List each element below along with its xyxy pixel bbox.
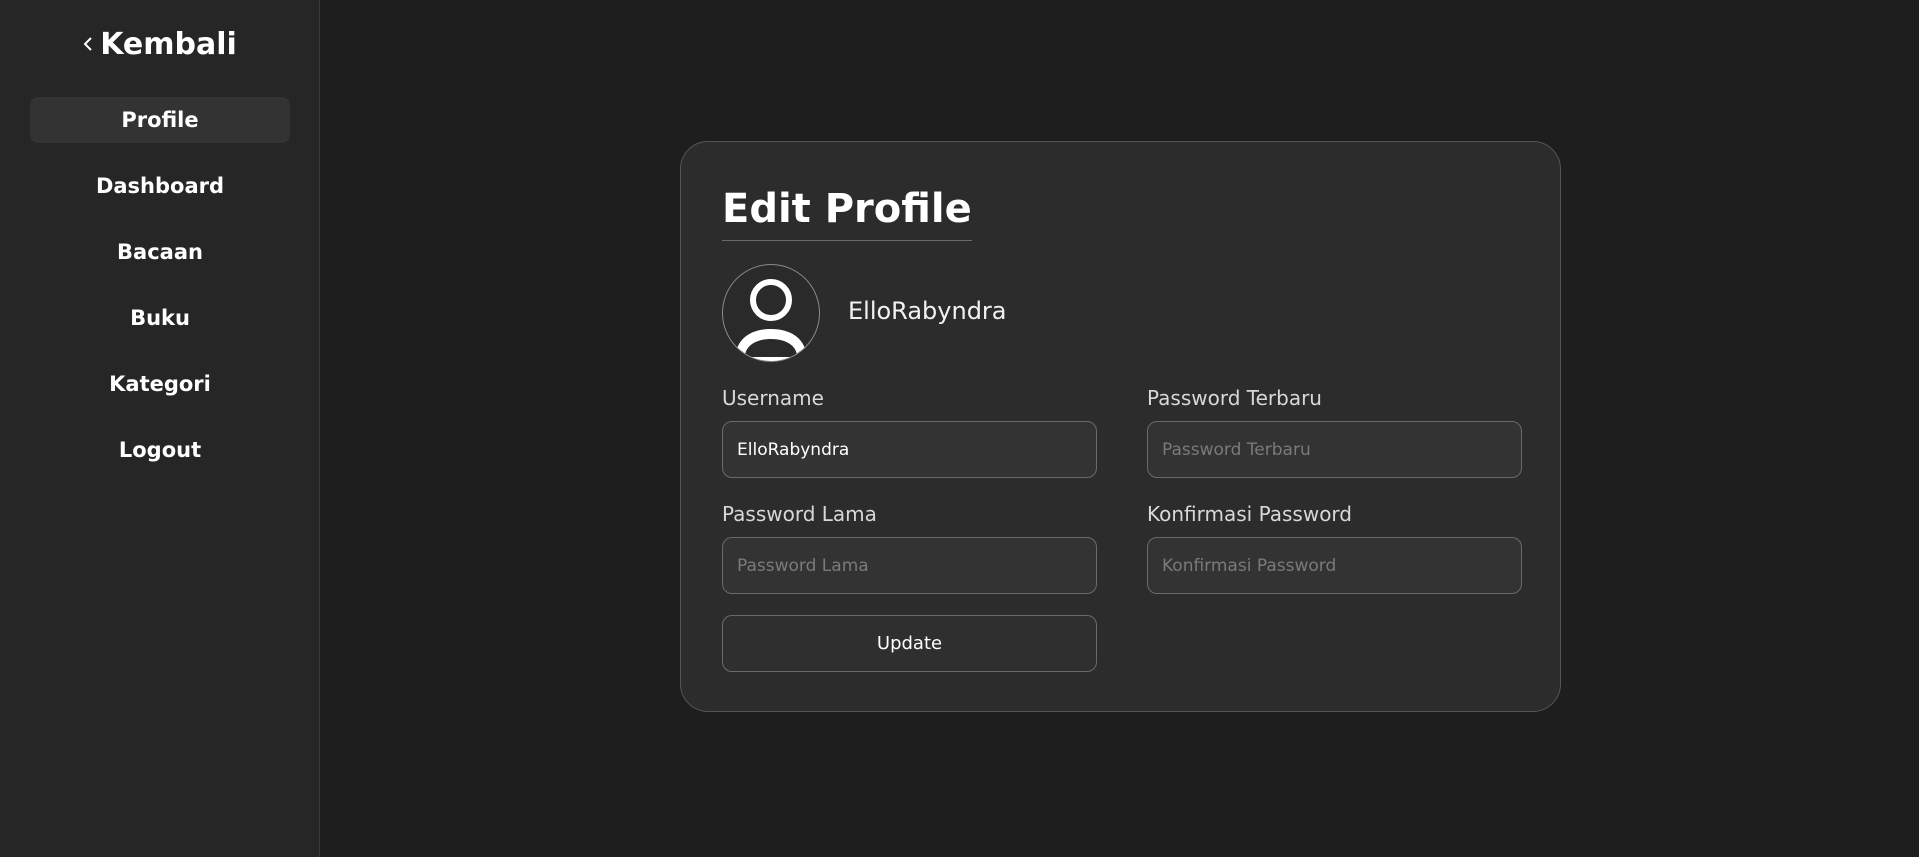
profile-display-name: ElloRabyndra bbox=[848, 297, 1007, 325]
sidebar-item-profile[interactable]: Profile bbox=[30, 97, 290, 143]
confirm-password-input[interactable] bbox=[1147, 537, 1522, 594]
sidebar-item-kategori[interactable]: Kategori bbox=[30, 361, 290, 407]
sidebar-item-label: Kategori bbox=[109, 372, 211, 396]
sidebar: Kembali Profile Dashboard Bacaan Buku Ka… bbox=[0, 0, 320, 857]
sidebar-nav: Profile Dashboard Bacaan Buku Kategori L… bbox=[30, 97, 290, 493]
old-password-label: Password Lama bbox=[722, 502, 877, 526]
sidebar-item-label: Dashboard bbox=[95, 174, 225, 198]
back-link[interactable]: Kembali bbox=[0, 24, 319, 64]
username-label: Username bbox=[722, 386, 824, 410]
old-password-input[interactable] bbox=[722, 537, 1097, 594]
sidebar-item-buku[interactable]: Buku bbox=[30, 295, 290, 341]
sidebar-item-label: Buku bbox=[130, 306, 190, 330]
sidebar-item-logout[interactable]: Logout bbox=[30, 427, 290, 473]
confirm-password-label: Konfirmasi Password bbox=[1147, 502, 1352, 526]
back-label: Kembali bbox=[100, 26, 237, 62]
user-avatar-icon bbox=[722, 264, 820, 362]
username-input[interactable] bbox=[722, 421, 1097, 478]
sidebar-item-label: Logout bbox=[118, 438, 202, 462]
new-password-label: Password Terbaru bbox=[1147, 386, 1322, 410]
sidebar-item-bacaan[interactable]: Bacaan bbox=[30, 229, 290, 275]
chevron-left-icon bbox=[82, 36, 94, 52]
update-button[interactable]: Update bbox=[722, 615, 1097, 672]
edit-profile-card: Edit Profile ElloRabyndra Username Passw… bbox=[680, 141, 1561, 712]
sidebar-item-label: Profile bbox=[121, 108, 199, 132]
new-password-input[interactable] bbox=[1147, 421, 1522, 478]
page-title: Edit Profile bbox=[722, 186, 972, 241]
sidebar-item-dashboard[interactable]: Dashboard bbox=[30, 163, 290, 209]
sidebar-item-label: Bacaan bbox=[117, 240, 203, 264]
